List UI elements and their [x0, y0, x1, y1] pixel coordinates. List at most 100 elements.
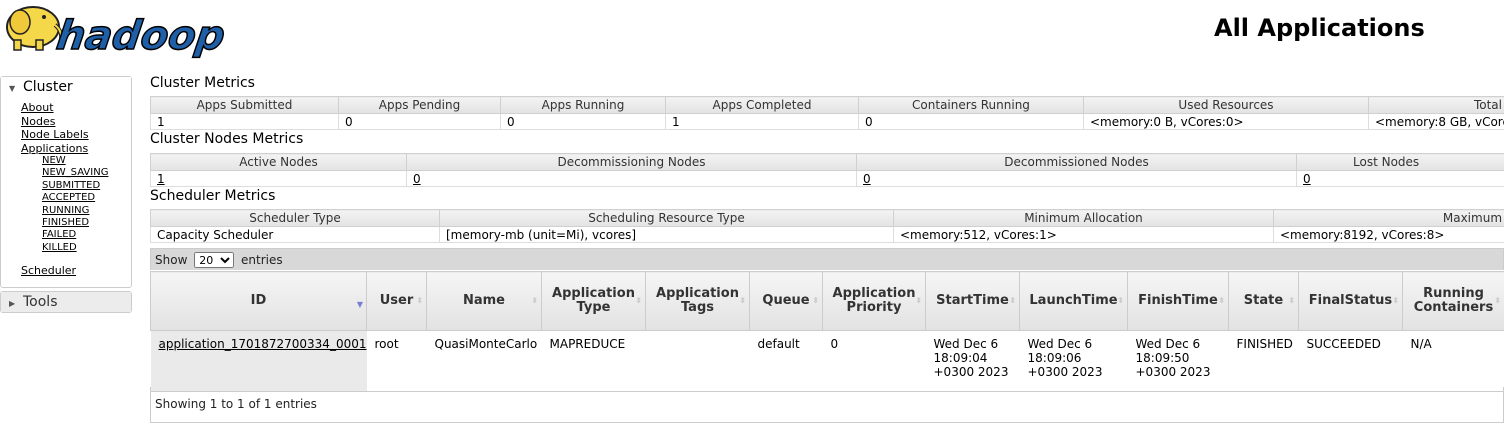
metric-header: Scheduler Type	[150, 209, 440, 227]
column-header-application-type[interactable]: Application Type ⬍	[541, 271, 646, 331]
table-row: application_1701872700334_0001 root Quas…	[150, 330, 1504, 392]
sort-icon: ⬍	[1494, 296, 1501, 305]
nav-link-state-failed[interactable]: FAILED	[21, 229, 131, 241]
column-header-id[interactable]: ID ▼	[150, 271, 367, 331]
sort-icon: ⬍	[812, 296, 819, 305]
cell-running-containers: N/A	[1402, 330, 1504, 392]
metric-value: [memory-mb (unit=Mi), vcores]	[439, 226, 894, 243]
collapsed-triangle-icon: ▶	[9, 299, 16, 308]
nav-link-state-new[interactable]: NEW	[21, 155, 131, 167]
column-header-queue[interactable]: Queue ⬍	[749, 271, 823, 331]
sort-icon: ⬍	[1218, 296, 1225, 305]
sort-icon: ⬍	[1117, 296, 1124, 305]
cell-priority: 0	[822, 330, 926, 392]
nav-link-state-finished[interactable]: FINISHED	[21, 217, 131, 229]
column-header-state[interactable]: State ⬍	[1228, 271, 1299, 331]
elephant-icon	[6, 6, 64, 51]
sort-desc-icon: ▼	[356, 300, 363, 309]
metric-header: Apps Running	[500, 96, 666, 114]
lost-nodes-link[interactable]: 0	[1303, 172, 1311, 186]
metric-header: Apps Submitted	[150, 96, 339, 114]
cell-launch-time: Wed Dec 6 18:09:06 +0300 2023	[1019, 330, 1128, 392]
metric-header: Total	[1368, 96, 1504, 114]
metric-header: Decommissioned Nodes	[856, 153, 1297, 171]
nav-link-applications[interactable]: Applications	[21, 142, 131, 156]
metric-value: 1	[150, 113, 339, 130]
scheduler-metrics-table: Scheduler Type Scheduling Resource Type …	[150, 209, 1504, 243]
sort-icon: ⬍	[1392, 296, 1399, 305]
entries-toolbar: Show 20 entries	[150, 248, 1504, 270]
metric-header: Containers Running	[858, 96, 1084, 114]
column-header-start-time[interactable]: StartTime ⬍	[925, 271, 1020, 331]
cell-name: QuasiMonteCarlo	[426, 330, 542, 392]
sort-icon: ⬍	[531, 296, 538, 305]
sort-icon: ⬍	[1009, 296, 1016, 305]
page-title: All Applications	[1214, 14, 1425, 42]
decommissioned-nodes-link[interactable]: 0	[863, 172, 871, 186]
cell-start-time: Wed Dec 6 18:09:04 +0300 2023	[925, 330, 1020, 392]
page-size-select[interactable]: 20	[194, 252, 235, 268]
nav-link-state-accepted[interactable]: ACCEPTED	[21, 192, 131, 204]
metric-value: Capacity Scheduler	[150, 226, 440, 243]
table-info: Showing 1 to 1 of 1 entries	[150, 387, 1504, 423]
metric-header: Apps Pending	[338, 96, 501, 114]
cell-user: root	[366, 330, 427, 392]
nav-link-state-submitted[interactable]: SUBMITTED	[21, 180, 131, 192]
sort-icon: ⬍	[416, 296, 423, 305]
cell-queue: default	[749, 330, 823, 392]
nav-link-nodes[interactable]: Nodes	[21, 115, 131, 129]
logo-text: hadoop	[54, 13, 228, 59]
active-nodes-link[interactable]: 1	[157, 172, 165, 186]
column-header-finish-time[interactable]: FinishTime ⬍	[1127, 271, 1229, 331]
nav-link-state-running[interactable]: RUNNING	[21, 205, 131, 217]
cell-type: MAPREDUCE	[541, 330, 646, 392]
column-header-application-priority[interactable]: Application Priority ⬍	[822, 271, 926, 331]
cell-tags	[645, 330, 750, 392]
metric-header: Apps Completed	[665, 96, 859, 114]
column-header-application-tags[interactable]: Application Tags ⬍	[645, 271, 750, 331]
metric-header: Used Resources	[1083, 96, 1369, 114]
sort-icon: ⬍	[915, 296, 922, 305]
cluster-metrics-title: Cluster Metrics	[150, 75, 255, 91]
nav-link-about[interactable]: About	[21, 101, 131, 115]
column-header-running-containers[interactable]: Running Containers ⬍	[1402, 271, 1504, 331]
column-header-final-status[interactable]: FinalStatus ⬍	[1298, 271, 1403, 331]
sort-icon: ⬍	[635, 296, 642, 305]
metric-header: Scheduling Resource Type	[439, 209, 894, 227]
expand-triangle-icon: ▼	[9, 84, 16, 93]
metric-header: Minimum Allocation	[893, 209, 1274, 227]
column-header-launch-time[interactable]: LaunchTime ⬍	[1019, 271, 1128, 331]
nav-link-state-killed[interactable]: KILLED	[21, 242, 131, 254]
tools-nav-header[interactable]: ▶ Tools	[1, 292, 131, 312]
metric-value: 0	[500, 113, 666, 130]
metric-value: <memory:8192, vCores:8>	[1273, 226, 1504, 243]
cluster-nav-header[interactable]: ▼ Cluster	[1, 77, 131, 97]
sort-icon: ⬍	[739, 296, 746, 305]
metric-value: 1	[665, 113, 859, 130]
column-header-name[interactable]: Name ⬍	[426, 271, 542, 331]
cluster-nav: ▼ Cluster About Nodes Node Labels Applica…	[0, 76, 132, 288]
nodes-metrics-title: Cluster Nodes Metrics	[150, 131, 304, 147]
application-id-link[interactable]: application_1701872700334_0001	[159, 337, 367, 351]
cell-state: FINISHED	[1228, 330, 1299, 392]
tools-nav[interactable]: ▶ Tools	[0, 291, 132, 313]
applications-table: ID ▼ User ⬍ Name ⬍ Application Type ⬍ Applic…	[150, 271, 1504, 392]
cell-finish-time: Wed Dec 6 18:09:50 +0300 2023	[1127, 330, 1229, 392]
nav-link-state-new-saving[interactable]: NEW_SAVING	[21, 167, 131, 179]
metric-value: <memory:8 GB, vCore	[1368, 113, 1504, 130]
nodes-metrics-table: Active Nodes Decommissioning Nodes Decom…	[150, 153, 1504, 187]
nav-link-scheduler[interactable]: Scheduler	[21, 264, 131, 278]
metric-header: Maximum Alloca	[1273, 209, 1504, 227]
metric-header: Lost Nodes	[1296, 153, 1504, 171]
metric-value: <memory:512, vCores:1>	[893, 226, 1274, 243]
metric-header: Decommissioning Nodes	[406, 153, 857, 171]
metric-header: Active Nodes	[150, 153, 407, 171]
column-header-user[interactable]: User ⬍	[366, 271, 427, 331]
cell-final-status: SUCCEEDED	[1298, 330, 1403, 392]
decommissioning-nodes-link[interactable]: 0	[413, 172, 421, 186]
nav-link-node-labels[interactable]: Node Labels	[21, 128, 131, 142]
cluster-metrics-table: Apps Submitted Apps Pending Apps Running…	[150, 96, 1504, 130]
hadoop-logo[interactable]: hadoop	[0, 0, 240, 60]
sort-icon: ⬍	[1288, 296, 1295, 305]
metric-value: 0	[338, 113, 501, 130]
